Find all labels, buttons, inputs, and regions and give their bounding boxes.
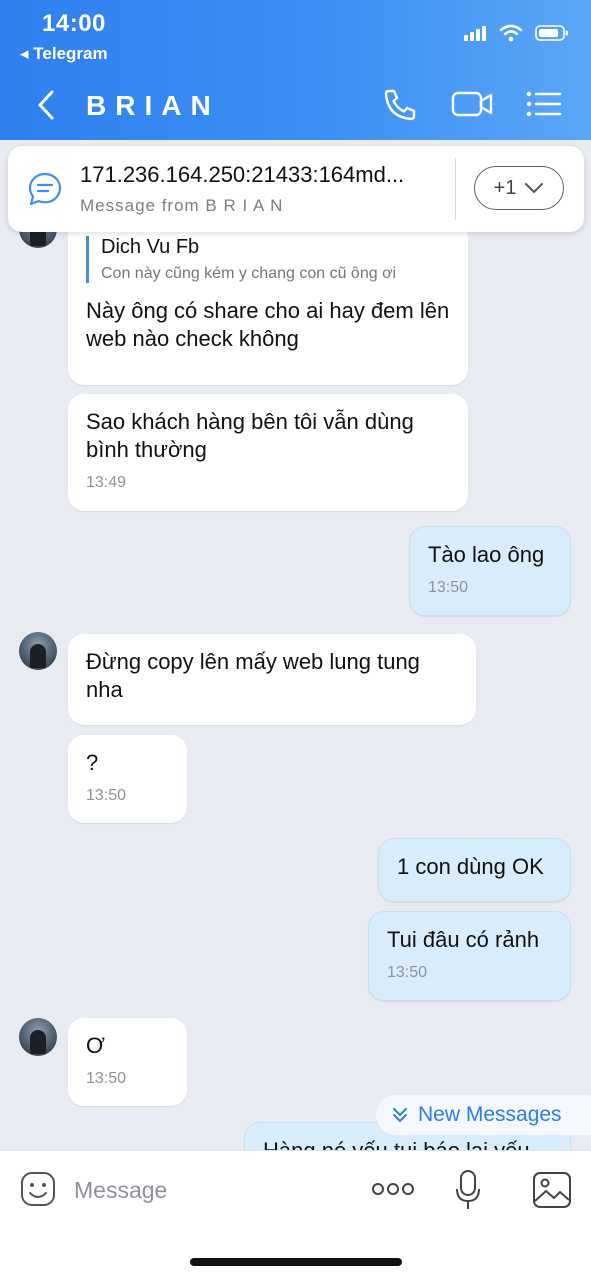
microphone-icon[interactable] bbox=[455, 1169, 481, 1211]
message-list[interactable]: Dich Vu Fb Con này cũng kém y chang con … bbox=[0, 140, 591, 1182]
double-chevron-down-icon bbox=[393, 1108, 407, 1123]
message-text: ? bbox=[86, 750, 99, 775]
divider bbox=[455, 158, 456, 220]
back-app-label: Telegram bbox=[33, 44, 108, 63]
sticker-emoji-icon[interactable] bbox=[20, 1171, 56, 1207]
message-time: 13:49 bbox=[86, 474, 127, 491]
message-bubble-incoming[interactable]: Dich Vu Fb Con này cũng kém y chang con … bbox=[68, 222, 468, 385]
status-back-link[interactable]: ◂ Telegram bbox=[20, 44, 108, 64]
reply-author: Dich Vu Fb bbox=[101, 236, 200, 258]
new-messages-button[interactable]: New Messages bbox=[376, 1095, 591, 1135]
back-chevron-icon[interactable] bbox=[32, 88, 62, 122]
message-text: Sao khách hàng bên tôi vẫn dùng bình thư… bbox=[86, 409, 414, 462]
avatar[interactable] bbox=[19, 632, 57, 670]
signal-icon bbox=[464, 26, 486, 41]
message-time: 13:50 bbox=[428, 579, 469, 596]
message-input[interactable] bbox=[74, 1171, 334, 1209]
message-text: 1 con dùng OK bbox=[397, 854, 544, 879]
message-bubble-incoming[interactable]: Đừng copy lên mấy web lung tung nha bbox=[68, 634, 476, 725]
chevron-down-icon bbox=[525, 183, 544, 194]
message-text: Đừng copy lên mấy web lung tung nha bbox=[86, 649, 420, 702]
chat-title[interactable]: BRIAN bbox=[86, 90, 220, 122]
pinned-title: 171.236.164.250:21433:164md... bbox=[80, 162, 405, 187]
message-time: 13:50 bbox=[86, 1070, 127, 1087]
status-time: 14:00 bbox=[42, 10, 106, 37]
message-text: Này ông có share cho ai hay đem lên web … bbox=[86, 298, 450, 351]
message-bubble-incoming[interactable]: Ơ 13:50 bbox=[68, 1018, 187, 1106]
header: 14:00 ◂ Telegram BRIAN bbox=[0, 0, 591, 140]
message-bubble-incoming[interactable]: ? 13:50 bbox=[68, 735, 187, 823]
pinned-subtitle: Message from B R I A N bbox=[80, 196, 284, 215]
message-text: Ơ bbox=[86, 1033, 105, 1058]
pinned-count: +1 bbox=[493, 176, 517, 199]
message-bubble-outgoing[interactable]: Tui đâu có rảnh 13:50 bbox=[368, 911, 571, 1001]
message-text: Tào lao ông bbox=[428, 542, 545, 567]
message-time: 13:50 bbox=[86, 787, 127, 804]
menu-list-icon[interactable] bbox=[524, 86, 564, 122]
status-icons bbox=[463, 24, 569, 42]
message-bubble-outgoing[interactable]: 1 con dùng OK bbox=[378, 838, 571, 902]
message-bubble-outgoing[interactable]: Tào lao ông 13:50 bbox=[409, 526, 571, 616]
image-gallery-icon[interactable] bbox=[532, 1171, 572, 1209]
message-bubble-icon bbox=[28, 172, 62, 206]
pinned-count-button[interactable]: +1 bbox=[474, 166, 564, 210]
avatar[interactable] bbox=[19, 1018, 57, 1056]
message-text: Tui đâu có rảnh bbox=[387, 927, 540, 952]
wifi-icon bbox=[499, 24, 523, 42]
battery-icon bbox=[535, 25, 568, 41]
new-messages-label: New Messages bbox=[418, 1103, 562, 1126]
message-time: 13:50 bbox=[387, 964, 428, 981]
home-indicator bbox=[190, 1258, 402, 1266]
reply-preview[interactable]: Dich Vu Fb Con này cũng kém y chang con … bbox=[86, 236, 450, 283]
video-call-icon[interactable] bbox=[450, 86, 494, 122]
message-bubble-incoming[interactable]: Sao khách hàng bên tôi vẫn dùng bình thư… bbox=[68, 394, 468, 511]
phone-icon[interactable] bbox=[380, 86, 420, 122]
more-options-icon[interactable] bbox=[370, 1179, 416, 1199]
reply-text: Con này cũng kém y chang con cũ ông ơi bbox=[101, 265, 397, 282]
pinned-message-banner[interactable]: 171.236.164.250:21433:164md... Message f… bbox=[8, 146, 584, 232]
